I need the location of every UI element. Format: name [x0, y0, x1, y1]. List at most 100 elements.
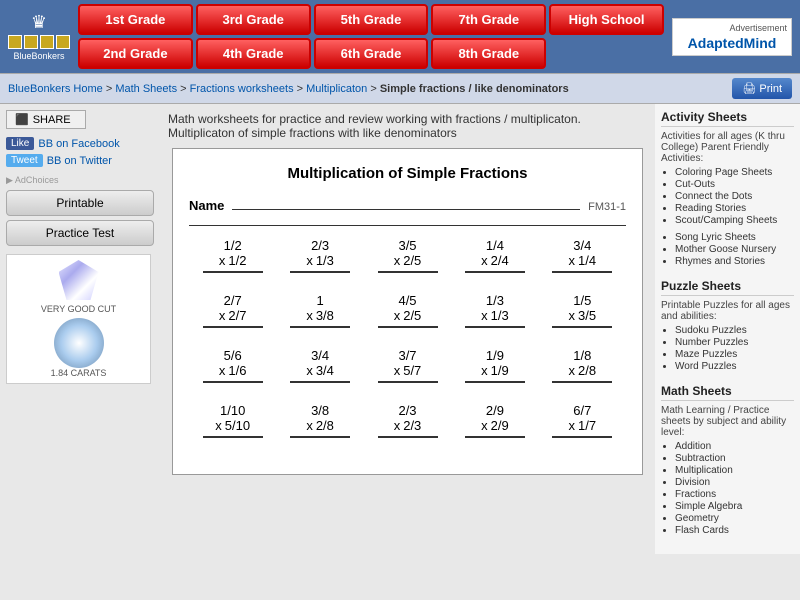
breadcrumb-mult[interactable]: Multiplicaton: [306, 83, 367, 95]
frac-bot: 1/7: [578, 418, 596, 433]
puzzle-desc: Printable Puzzles for all ages and abili…: [661, 300, 794, 322]
problem-1-0: 2/7 x 2/7: [189, 293, 276, 328]
content-area: Math worksheets for practice and review …: [160, 104, 655, 554]
list-item: Cut-Outs: [675, 179, 794, 190]
answer-line: [290, 436, 350, 438]
mult-x: x: [481, 308, 488, 323]
mult-x: x: [394, 253, 401, 268]
problem-2-0: 5/6 x 1/6: [189, 348, 276, 383]
grade-button-8th-grade[interactable]: 8th Grade: [431, 38, 546, 69]
breadcrumb-current: Simple fractions / like denominators: [380, 83, 569, 95]
grade-button-4th-grade[interactable]: 4th Grade: [196, 38, 311, 69]
twitter-tweet-button[interactable]: Tweet: [6, 154, 43, 167]
problem-2-4: 1/8 x 2/8: [539, 348, 626, 383]
answer-line: [552, 326, 612, 328]
problem-2-1: 3/4 x 3/4: [276, 348, 363, 383]
problem-0-1: 2/3 x 1/3: [276, 238, 363, 273]
frac-mult-row: x 2/5: [394, 253, 422, 268]
left-sidebar: ⬛ SHARE Like BB on Facebook Tweet BB on …: [0, 104, 160, 554]
frac-mult-row: x 2/7: [219, 308, 247, 323]
answer-line: [552, 381, 612, 383]
print-button[interactable]: 🖨 Print: [732, 78, 792, 99]
grade-button-7th-grade[interactable]: 7th Grade: [431, 4, 546, 35]
worksheet-id: FM31-1: [588, 201, 626, 213]
worksheet-problems: 1/2 x 1/2 2/3 x 1/3 3/5 x 2/5 1/4 x: [189, 238, 626, 438]
answer-line: [203, 271, 263, 273]
frac-top: 3/4: [311, 348, 329, 363]
frac-bot: 1/4: [578, 253, 596, 268]
mult-x: x: [215, 418, 222, 433]
list-item: Number Puzzles: [675, 337, 794, 348]
problem-3-1: 3/8 x 2/8: [276, 403, 363, 438]
problem-3-0: 1/10 x 5/10: [189, 403, 276, 438]
frac-mult-row: x 2/4: [481, 253, 509, 268]
frac-top: 3/8: [311, 403, 329, 418]
grade-button-5th-grade[interactable]: 5th Grade: [314, 4, 429, 35]
ad-cut-text: VERY GOOD CUT: [41, 304, 116, 314]
header: ♛ BlueBonkers 1st Grade3rd Grade5th Grad…: [0, 0, 800, 73]
printable-button[interactable]: Printable: [6, 190, 154, 216]
list-item: Mother Goose Nursery: [675, 244, 794, 255]
logo-area: ♛ BlueBonkers: [8, 12, 70, 61]
frac-top: 2/9: [486, 403, 504, 418]
mult-x: x: [219, 363, 226, 378]
breadcrumb-bar: BlueBonkers Home > Math Sheets > Fractio…: [0, 73, 800, 104]
breadcrumb-fractions[interactable]: Fractions worksheets: [190, 83, 294, 95]
frac-mult-row: x 5/10: [215, 418, 250, 433]
frac-top: 2/3: [398, 403, 416, 418]
grade-button-high-school[interactable]: High School: [549, 4, 664, 35]
grade-button-3rd-grade[interactable]: 3rd Grade: [196, 4, 311, 35]
grade-button-6th-grade[interactable]: 6th Grade: [314, 38, 429, 69]
facebook-like-button[interactable]: Like: [6, 137, 34, 150]
frac-mult-row: x 1/7: [569, 418, 597, 433]
intro-text: Math worksheets for practice and review …: [168, 112, 647, 140]
math-list: AdditionSubtractionMultiplicationDivisio…: [661, 441, 794, 536]
activity-list: Coloring Page SheetsCut-OutsConnect the …: [661, 167, 794, 226]
frac-mult-row: x 5/7: [394, 363, 422, 378]
breadcrumb-math[interactable]: Math Sheets: [115, 83, 177, 95]
list-item: Connect the Dots: [675, 191, 794, 202]
mult-x: x: [481, 418, 488, 433]
frac-bot: 1/9: [491, 363, 509, 378]
share-label: SHARE: [33, 114, 71, 126]
list-item: Geometry: [675, 513, 794, 524]
answer-line: [465, 381, 525, 383]
logo-name: BlueBonkers: [13, 51, 64, 61]
share-button[interactable]: ⬛ SHARE: [6, 110, 86, 129]
frac-mult-row: x 1/2: [219, 253, 247, 268]
logo-squares: [8, 35, 70, 49]
adapted-logo[interactable]: AdaptedMind: [677, 35, 787, 51]
adchoices-label: ▶ AdChoices: [6, 175, 154, 186]
adapted-title: Advertisement: [677, 23, 787, 33]
problem-row-3: 1/10 x 5/10 3/8 x 2/8 2/3 x 2/3 2/9 x: [189, 403, 626, 438]
facebook-row: Like BB on Facebook: [6, 137, 154, 150]
breadcrumb: BlueBonkers Home > Math Sheets > Fractio…: [8, 83, 569, 95]
puzzle-list: Sudoku PuzzlesNumber PuzzlesMaze Puzzles…: [661, 325, 794, 372]
mult-x: x: [569, 308, 576, 323]
twitter-link[interactable]: BB on Twitter: [47, 155, 112, 167]
frac-mult-row: x 3/5: [569, 308, 597, 323]
breadcrumb-home[interactable]: BlueBonkers Home: [8, 83, 103, 95]
list-item: Subtraction: [675, 453, 794, 464]
math-desc: Math Learning / Practice sheets by subje…: [661, 405, 794, 438]
frac-bot: 2/7: [228, 308, 246, 323]
problem-0-4: 3/4 x 1/4: [539, 238, 626, 273]
list-item: Division: [675, 477, 794, 488]
list-item: Rhymes and Stories: [675, 256, 794, 267]
problem-2-2: 3/7 x 5/7: [364, 348, 451, 383]
grade-button-1st-grade[interactable]: 1st Grade: [78, 4, 193, 35]
list-item: Multiplication: [675, 465, 794, 476]
frac-bot: 5/7: [403, 363, 421, 378]
frac-top: 2/3: [311, 238, 329, 253]
name-underline: [232, 209, 580, 210]
intro-line2: Multiplicaton of simple fractions with l…: [168, 126, 647, 140]
frac-top: 3/5: [398, 238, 416, 253]
grade-button-2nd-grade[interactable]: 2nd Grade: [78, 38, 193, 69]
frac-mult-row: x 1/4: [569, 253, 597, 268]
facebook-link[interactable]: BB on Facebook: [38, 138, 119, 150]
frac-bot: 2/4: [491, 253, 509, 268]
frac-bot: 3/5: [578, 308, 596, 323]
answer-line: [203, 381, 263, 383]
list-item: Coloring Page Sheets: [675, 167, 794, 178]
practice-test-button[interactable]: Practice Test: [6, 220, 154, 246]
